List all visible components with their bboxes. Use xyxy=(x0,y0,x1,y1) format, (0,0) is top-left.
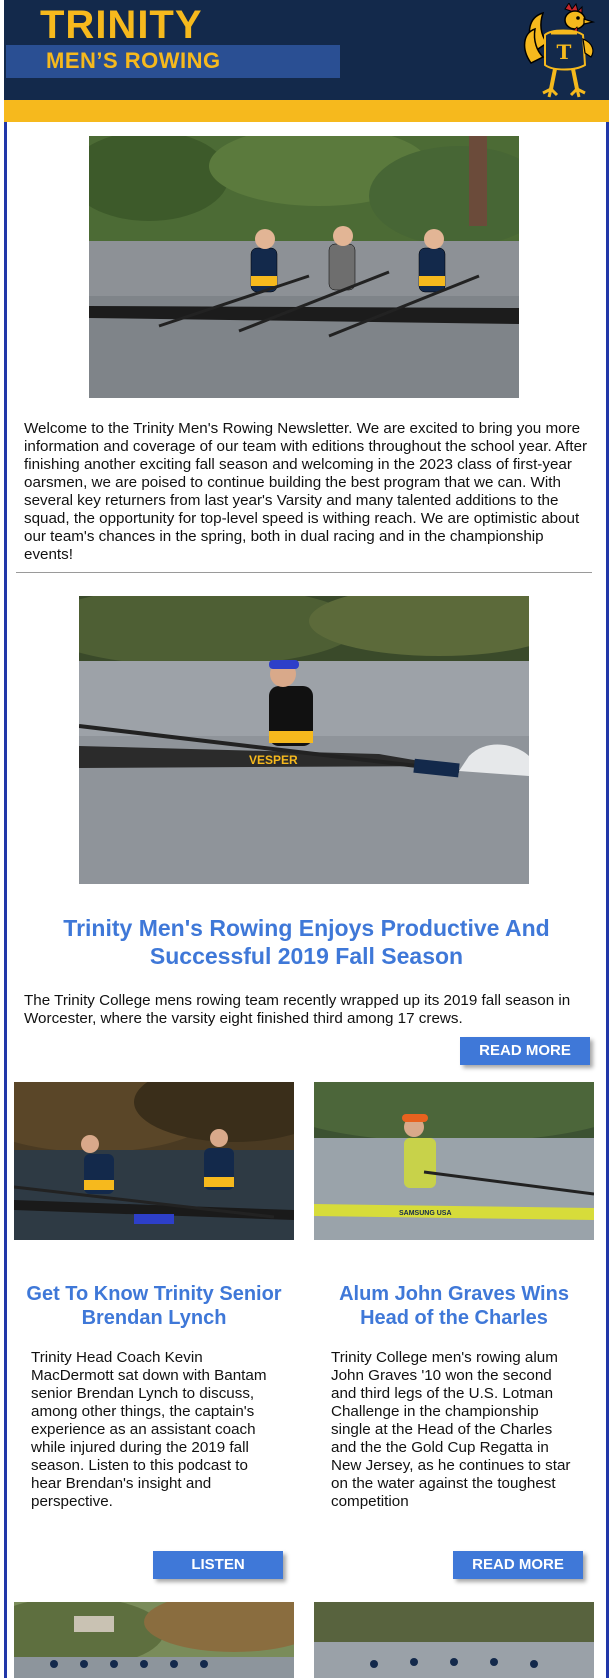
feature-read-more-button[interactable]: READ MORE xyxy=(460,1037,590,1065)
column-2-read-more-button[interactable]: READ MORE xyxy=(453,1551,583,1579)
header-subtitle-bar: MEN’S ROWING xyxy=(6,45,340,78)
column-photo-single: SAMSUNG USA xyxy=(314,1082,594,1240)
bantam-mascot-icon: T xyxy=(523,3,596,98)
header-subtitle: MEN’S ROWING xyxy=(46,48,221,73)
intro-paragraph: Welcome to the Trinity Men's Rowing News… xyxy=(24,420,588,563)
newsletter-header: TRINITY MEN’S ROWING T xyxy=(4,0,609,100)
boat-name-text: VESPER xyxy=(249,753,298,767)
column-photo-double xyxy=(14,1082,294,1240)
column-2-headline[interactable]: Alum John Graves Wins Head of the Charle… xyxy=(314,1282,594,1330)
bottom-photo-left xyxy=(14,1602,294,1678)
svg-text:T: T xyxy=(557,40,572,64)
boat-brand-text: SAMSUNG USA xyxy=(399,1210,452,1217)
section-divider xyxy=(16,572,592,573)
column-1-headline[interactable]: Get To Know Trinity Senior Brendan Lynch xyxy=(14,1282,294,1330)
header-title: TRINITY xyxy=(40,3,203,47)
listen-button[interactable]: LISTEN xyxy=(153,1551,283,1579)
newsletter-page: TRINITY MEN’S ROWING T Welcome to the Tr… xyxy=(0,0,613,1678)
feature-summary: The Trinity College mens rowing team rec… xyxy=(24,992,571,1027)
column-1-text: Trinity Head Coach Kevin MacDermott sat … xyxy=(31,1349,267,1510)
feature-headline[interactable]: Trinity Men's Rowing Enjoys Productive A… xyxy=(24,914,589,970)
hero-photo-triple-rowers xyxy=(89,136,519,398)
feature-photo-sculler: VESPER xyxy=(79,596,529,884)
column-2-text: Trinity College men's rowing alum John G… xyxy=(331,1349,571,1510)
bottom-photo-right xyxy=(314,1602,594,1678)
header-gold-band xyxy=(4,100,609,122)
